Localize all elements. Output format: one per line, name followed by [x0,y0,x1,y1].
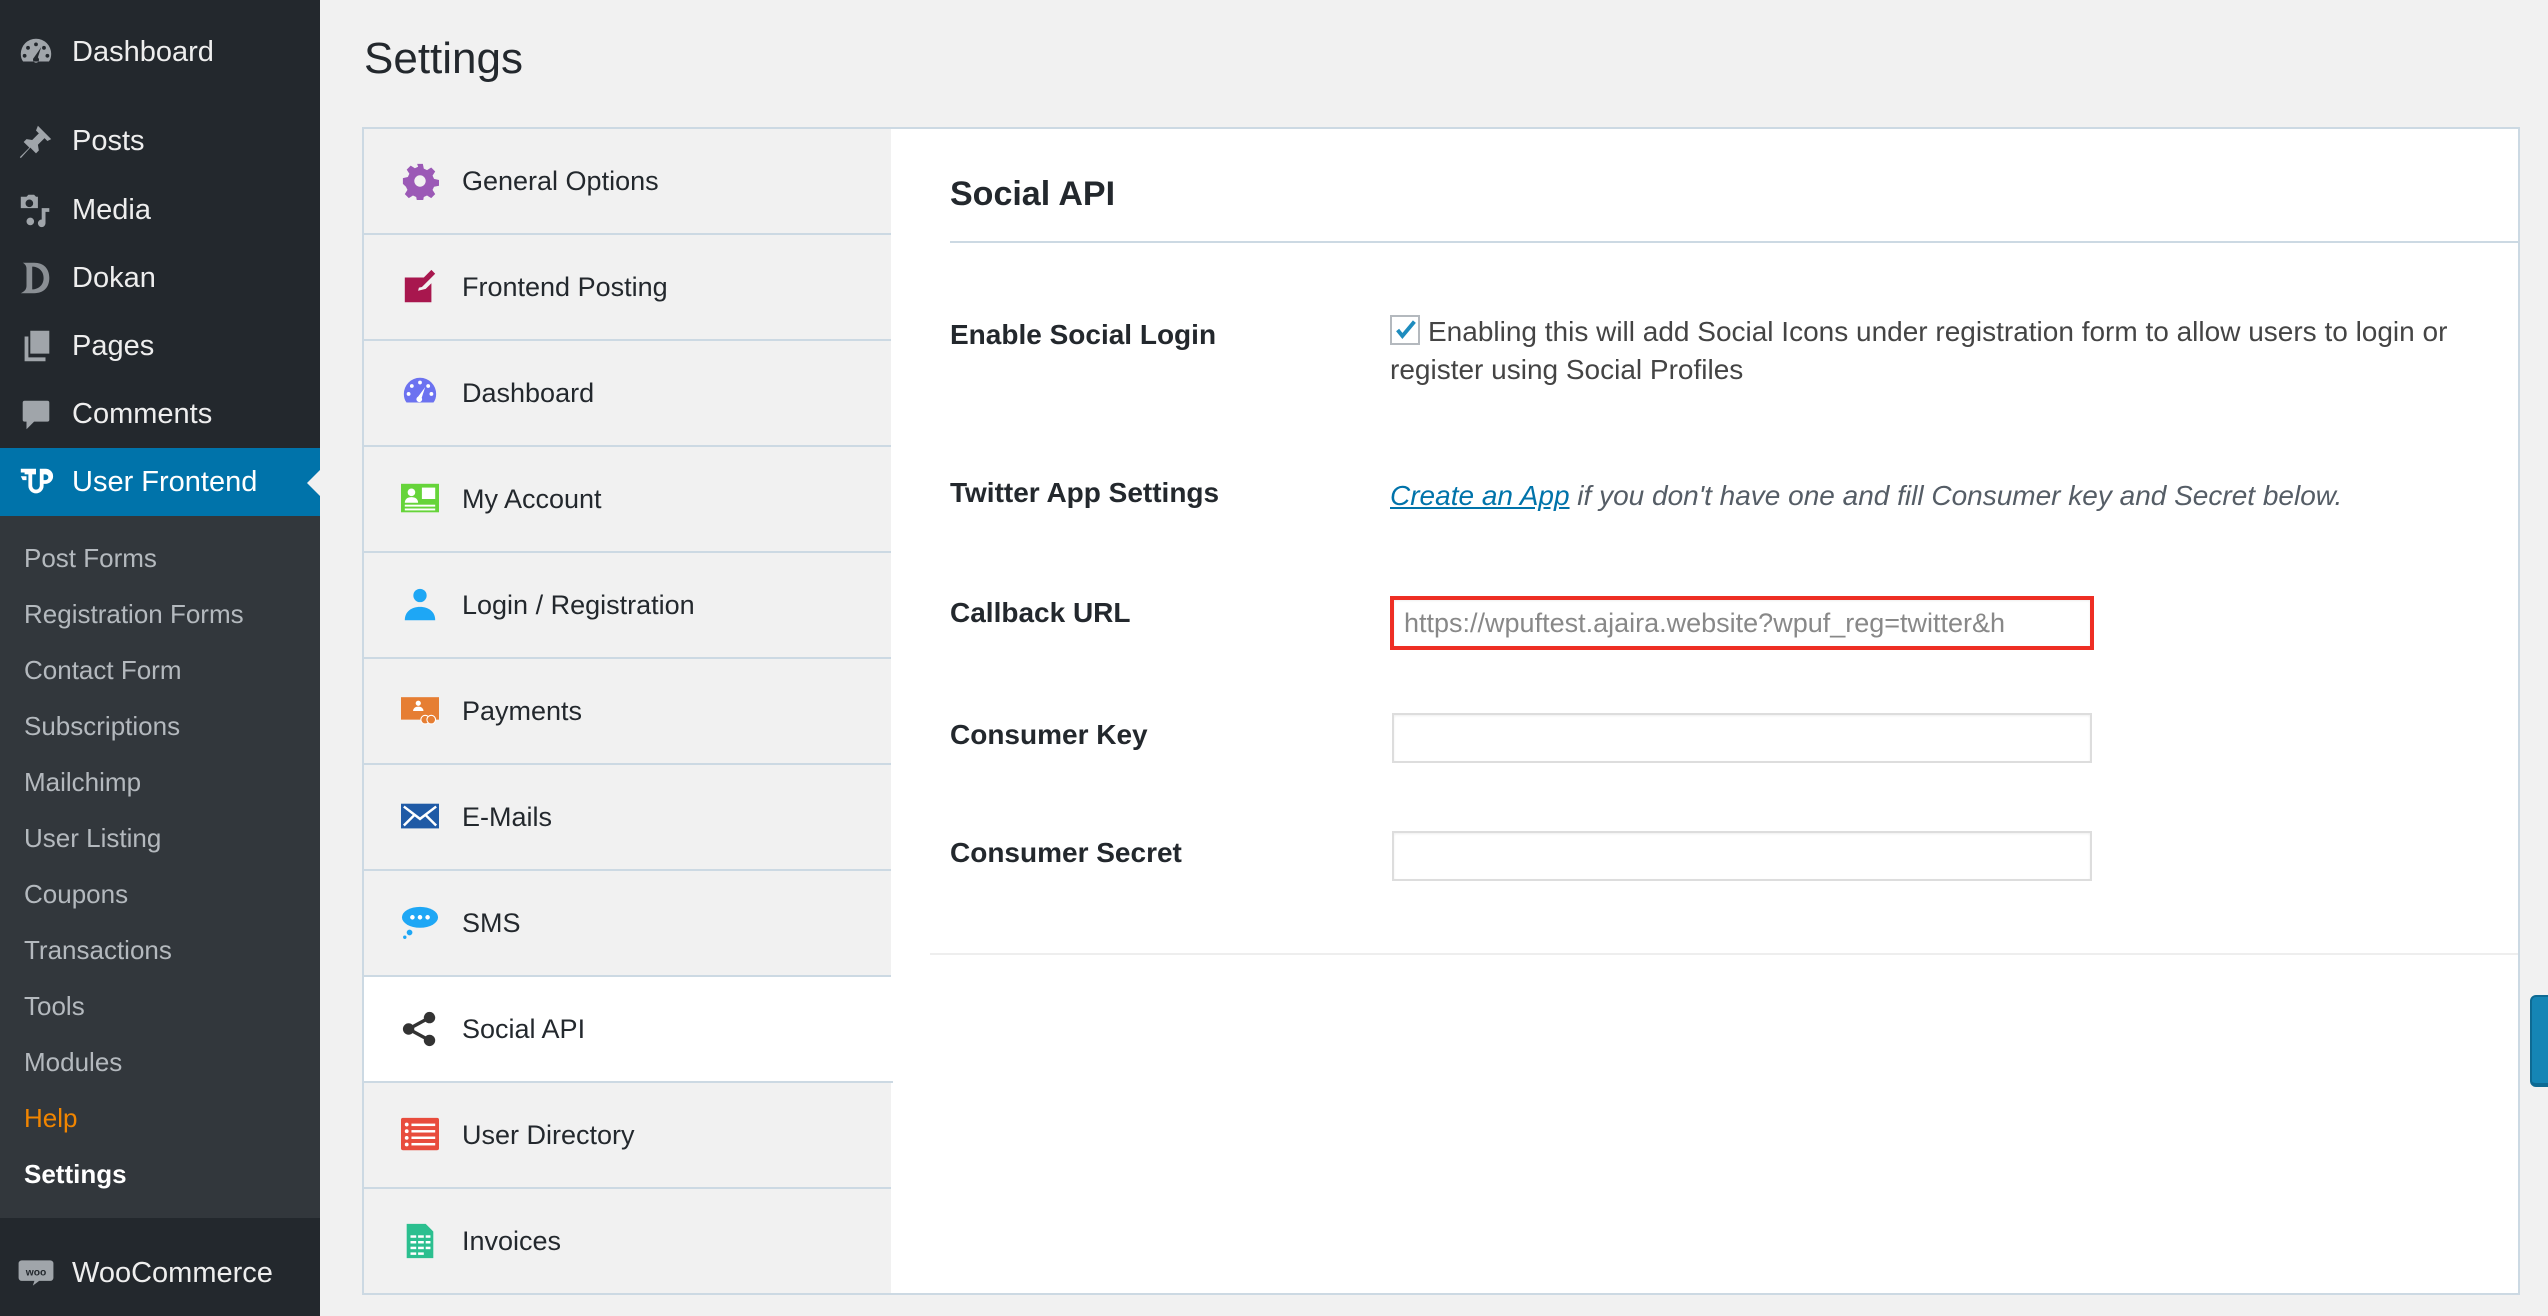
consumer-key-input[interactable] [1392,713,2092,763]
menu-label: WooCommerce [72,1256,273,1289]
tab-social-api[interactable]: Social API [364,977,893,1083]
tab-label: Dashboard [462,377,595,408]
consumer-key-label: Consumer Key [950,719,1148,750]
share-icon [364,1010,462,1048]
comment-icon [0,380,72,448]
gear-icon [364,162,462,200]
twitter-app-description: if you don't have one and fill Consumer … [1569,480,2343,511]
user-frontend-icon [0,448,72,516]
tab-label: E-Mails [462,801,553,832]
menu-label: Dashboard [72,35,214,68]
settings-content: Social API Enable Social Login Enabling … [930,129,2548,1293]
consumer-secret-label: Consumer Secret [950,837,1182,868]
menu-item-user-frontend[interactable]: User Frontend [0,448,320,516]
tab-label: Payments [462,695,583,726]
tab-invoices[interactable]: Invoices [364,1189,891,1295]
tab-frontend-posting[interactable]: Frontend Posting [364,235,891,341]
admin-sidebar: Dashboard Posts Media Dokan Pages Commen… [0,0,320,1316]
menu-item-dashboard[interactable]: Dashboard [0,18,320,86]
submenu-contact-form[interactable]: Contact Form [24,650,182,690]
menu-label: User Frontend [72,465,258,498]
submenu-mailchimp[interactable]: Mailchimp [24,762,141,802]
footer-divider [930,953,2518,955]
menu-label: Media [72,193,151,226]
callback-url-input[interactable] [1390,596,2094,650]
submenu-registration-forms[interactable]: Registration Forms [24,594,244,634]
checkmark-icon [1396,320,1416,340]
menu-item-posts[interactable]: Posts [0,107,320,175]
consumer-secret-input[interactable] [1392,831,2092,881]
menu-label: Comments [72,397,213,430]
section-divider [950,241,2518,243]
submenu-user-listing[interactable]: User Listing [24,818,161,858]
menu-item-dokan[interactable]: Dokan [0,244,320,312]
settings-panel: General Options Frontend Posting Dashboa… [362,127,2548,1295]
current-menu-arrow [307,470,320,496]
menu-item-comments[interactable]: Comments [0,380,320,448]
menu-label: Pages [72,329,155,362]
submenu-settings[interactable]: Settings [24,1154,127,1194]
dokan-icon [0,244,72,312]
tab-e-mails[interactable]: E-Mails [364,765,891,871]
section-title: Social API [950,175,1116,213]
dashboard-icon [364,374,462,412]
tab-general-options[interactable]: General Options [364,129,891,235]
tab-login-registration[interactable]: Login / Registration [364,553,891,659]
enable-social-login-description: Enabling this will add Social Icons unde… [1390,316,2448,385]
tab-label: Login / Registration [462,589,695,620]
tab-label: Frontend Posting [462,271,668,302]
invoice-icon [364,1222,462,1260]
user-icon [364,586,462,624]
tab-payments[interactable]: Payments [364,659,891,765]
id-card-icon [364,480,462,518]
tab-dashboard[interactable]: Dashboard [364,341,891,447]
settings-tabs: General Options Frontend Posting Dashboa… [364,129,893,1295]
callback-url-label: Callback URL [950,597,1131,628]
submenu-help[interactable]: Help [24,1098,77,1138]
tab-label: General Options [462,165,659,196]
tab-sms[interactable]: SMS [364,871,891,977]
tab-label: SMS [462,907,521,938]
payments-icon [364,692,462,730]
twitter-app-settings-label: Twitter App Settings [950,477,1220,508]
create-app-link[interactable]: Create an App [1390,480,1570,511]
tab-label: Invoices [462,1225,562,1256]
submenu-subscriptions[interactable]: Subscriptions [24,706,180,746]
menu-label: Posts [72,124,145,157]
save-changes-button[interactable]: Save Changes [2530,995,2548,1087]
submenu-transactions[interactable]: Transactions [24,930,172,970]
list-icon [364,1116,462,1154]
tab-label: My Account [462,483,602,514]
submenu-modules[interactable]: Modules [24,1042,122,1082]
enable-social-login-field: Enabling this will add Social Icons unde… [1390,313,2530,389]
tab-my-account[interactable]: My Account [364,447,891,553]
twitter-app-settings-field: Create an App if you don't have one and … [1390,477,2342,515]
page-title: Settings [364,34,523,83]
edit-icon [364,268,462,306]
submenu-coupons[interactable]: Coupons [24,874,128,914]
user-frontend-submenu: Post Forms Registration Forms Contact Fo… [0,516,320,1218]
svg-text:woo: woo [25,1267,47,1278]
menu-label: Dokan [72,261,156,294]
submenu-tools[interactable]: Tools [24,986,85,1026]
woocommerce-icon: woo [0,1239,72,1307]
pin-icon [0,107,72,175]
menu-item-media[interactable]: Media [0,176,320,244]
media-icon [0,176,72,244]
menu-item-woocommerce[interactable]: woo WooCommerce [0,1239,320,1307]
tab-label: User Directory [462,1119,635,1150]
enable-social-login-label: Enable Social Login [950,319,1217,350]
submenu-post-forms[interactable]: Post Forms [24,538,157,578]
enable-social-login-checkbox[interactable] [1390,315,1420,345]
pages-icon [0,312,72,380]
email-icon [364,798,462,836]
chat-bubble-icon [364,904,462,942]
tab-user-directory[interactable]: User Directory [364,1083,891,1189]
tab-label: Social API [462,1013,586,1044]
menu-item-pages[interactable]: Pages [0,312,320,380]
dashboard-icon [0,18,72,86]
